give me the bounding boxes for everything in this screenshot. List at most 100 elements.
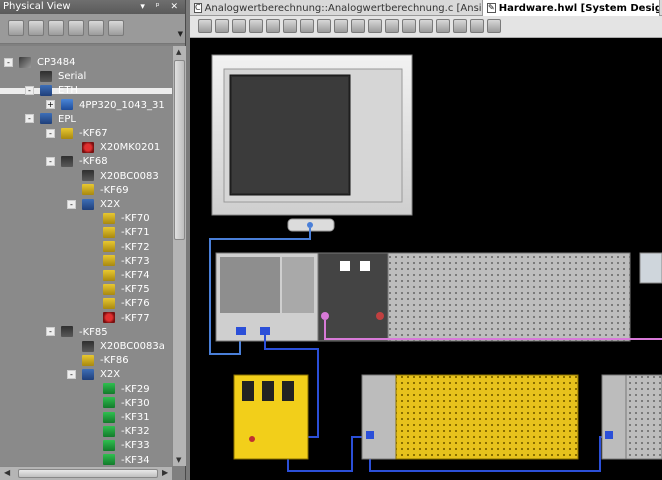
tree-vertical-scrollbar[interactable]: ▲ ▼	[172, 46, 186, 466]
remote-device[interactable]	[639, 252, 662, 284]
tree-item[interactable]: -KF30	[88, 397, 150, 411]
tree-item[interactable]: -KF86	[67, 354, 129, 368]
save-icon[interactable]	[198, 19, 212, 33]
open-icon[interactable]	[28, 20, 44, 36]
settings-icon[interactable]	[470, 19, 484, 33]
fit-icon[interactable]	[249, 19, 263, 33]
collapse-icon[interactable]: -	[46, 327, 55, 337]
tree-item[interactable]: - -KF67	[46, 127, 108, 141]
tab-hardware[interactable]: ✎Hardware.hwl [System Designer]	[483, 0, 660, 16]
tree-item[interactable]: - X2X	[67, 198, 120, 212]
collapse-icon[interactable]: -	[67, 199, 76, 209]
module-icon	[61, 127, 73, 139]
distribute-v-icon[interactable]	[419, 19, 433, 33]
bus-controller-kf85[interactable]	[601, 374, 627, 460]
collapse-icon[interactable]: -	[46, 156, 55, 166]
tree-item[interactable]: - X2X	[67, 368, 120, 382]
tree-item[interactable]: -KF33	[88, 439, 150, 453]
add-module-icon[interactable]	[68, 20, 84, 36]
align-left-icon[interactable]	[300, 19, 314, 33]
x2x-module-row-kf29-kf34[interactable]	[625, 374, 662, 460]
align-top-icon[interactable]	[351, 19, 365, 33]
distribute-h-icon[interactable]	[402, 19, 416, 33]
tab-label: Analogwertberechnung::Analogwertberechnu…	[204, 2, 483, 14]
tree-item[interactable]: - -KF85	[46, 326, 108, 340]
tree-item[interactable]: - EPL	[25, 113, 76, 127]
horizontal-scroll-thumb[interactable]	[18, 469, 158, 478]
collapse-icon[interactable]: -	[67, 369, 76, 379]
hardware-icon: ✎	[487, 3, 496, 13]
tree-item[interactable]: -KF69	[67, 184, 129, 198]
new-icon[interactable]	[8, 20, 24, 36]
hardware-diagram[interactable]	[190, 39, 662, 480]
search-icon[interactable]	[108, 20, 124, 36]
scroll-down-icon[interactable]: ▼	[176, 456, 181, 464]
x2x-module-row-kf70-kf77[interactable]	[395, 374, 579, 460]
tree-item[interactable]: -KF71	[88, 226, 150, 240]
properties-icon[interactable]	[48, 20, 64, 36]
ethernet-icon	[40, 84, 52, 96]
expand-icon[interactable]: +	[46, 100, 55, 110]
tree-item[interactable]: -KF31	[88, 411, 150, 425]
cpu-cp3484[interactable]	[215, 252, 319, 342]
zoom-in-icon[interactable]	[215, 19, 229, 33]
toolbar-overflow-icon[interactable]: ▼	[178, 30, 183, 38]
collapse-icon[interactable]: -	[25, 85, 34, 95]
bus-controller-kf68[interactable]	[361, 374, 397, 460]
collapse-icon[interactable]: -	[4, 57, 13, 67]
tree-item-label: -KF72	[121, 241, 150, 253]
tree-item[interactable]: Serial	[25, 70, 86, 84]
align-right-icon[interactable]	[334, 19, 348, 33]
tree-item[interactable]: -KF76	[88, 297, 150, 311]
tree-item[interactable]: X20BC0083	[67, 170, 159, 184]
module-icon	[103, 212, 115, 224]
tree-item-label: -KF30	[121, 397, 150, 409]
tree-item[interactable]: -KF70	[88, 212, 150, 226]
collapse-icon[interactable]: -	[25, 114, 34, 124]
tree-item[interactable]: -KF77	[88, 312, 150, 326]
serial-port-icon	[40, 70, 52, 82]
tree-item[interactable]: +4PP320_1043_31	[46, 99, 165, 113]
panel-window-controls[interactable]: ▾ ᵖ ✕	[140, 0, 182, 14]
x2x-icon	[82, 198, 94, 210]
align-middle-icon[interactable]	[368, 19, 382, 33]
vertical-scroll-thumb[interactable]	[174, 60, 185, 240]
scroll-left-icon[interactable]: ◀	[4, 468, 10, 477]
search-icon[interactable]	[453, 19, 467, 33]
tree-item-label: -KF71	[121, 227, 150, 239]
tree-horizontal-scrollbar[interactable]: ◀ ▶	[0, 466, 172, 480]
safety-module-kf67[interactable]	[233, 374, 309, 460]
align-bottom-icon[interactable]	[385, 19, 399, 33]
tree-item[interactable]: -KF75	[88, 283, 150, 297]
scroll-up-icon[interactable]: ▲	[176, 48, 181, 56]
hardware-canvas[interactable]	[190, 39, 662, 480]
device-tree[interactable]: - CP3484 Serial - ETH +4PP320_1043_31- EPL - -KF…	[0, 46, 172, 466]
panel-4pp320[interactable]	[211, 54, 413, 232]
refresh-icon[interactable]	[487, 19, 501, 33]
tree-item[interactable]: -KF72	[88, 241, 150, 255]
tree-item-label: -KF75	[121, 284, 150, 296]
tree-item[interactable]: -KF29	[88, 383, 150, 397]
tree-item[interactable]: - -KF68	[46, 155, 108, 169]
safety-module-icon	[103, 312, 115, 324]
tab-analogwertberechnung[interactable]: C Analogwertberechnung::Analogwertberechn…	[190, 0, 483, 16]
align-center-icon[interactable]	[317, 19, 331, 33]
grid-icon[interactable]	[436, 19, 450, 33]
tree-item[interactable]: X20BC0083a	[67, 340, 165, 354]
connect-icon[interactable]	[88, 20, 104, 36]
tree-item[interactable]: - ETH	[25, 84, 78, 98]
tree-item[interactable]: -KF73	[88, 255, 150, 269]
pointer-icon[interactable]	[283, 19, 297, 33]
io-module-row[interactable]	[387, 252, 631, 342]
collapse-icon[interactable]: -	[46, 128, 55, 138]
tree-item[interactable]: X20MK0201	[67, 141, 160, 155]
tree-item[interactable]: - CP3484	[4, 56, 75, 70]
scroll-right-icon[interactable]: ▶	[162, 468, 168, 477]
tree-item-label: X2X	[100, 199, 121, 210]
zoom-out-icon[interactable]	[232, 19, 246, 33]
tree-item[interactable]: -KF34	[88, 454, 150, 466]
tree-item[interactable]: -KF74	[88, 269, 150, 283]
tree-item[interactable]: -KF32	[88, 425, 150, 439]
lock-icon[interactable]	[266, 19, 280, 33]
interface-modules[interactable]	[317, 252, 389, 342]
